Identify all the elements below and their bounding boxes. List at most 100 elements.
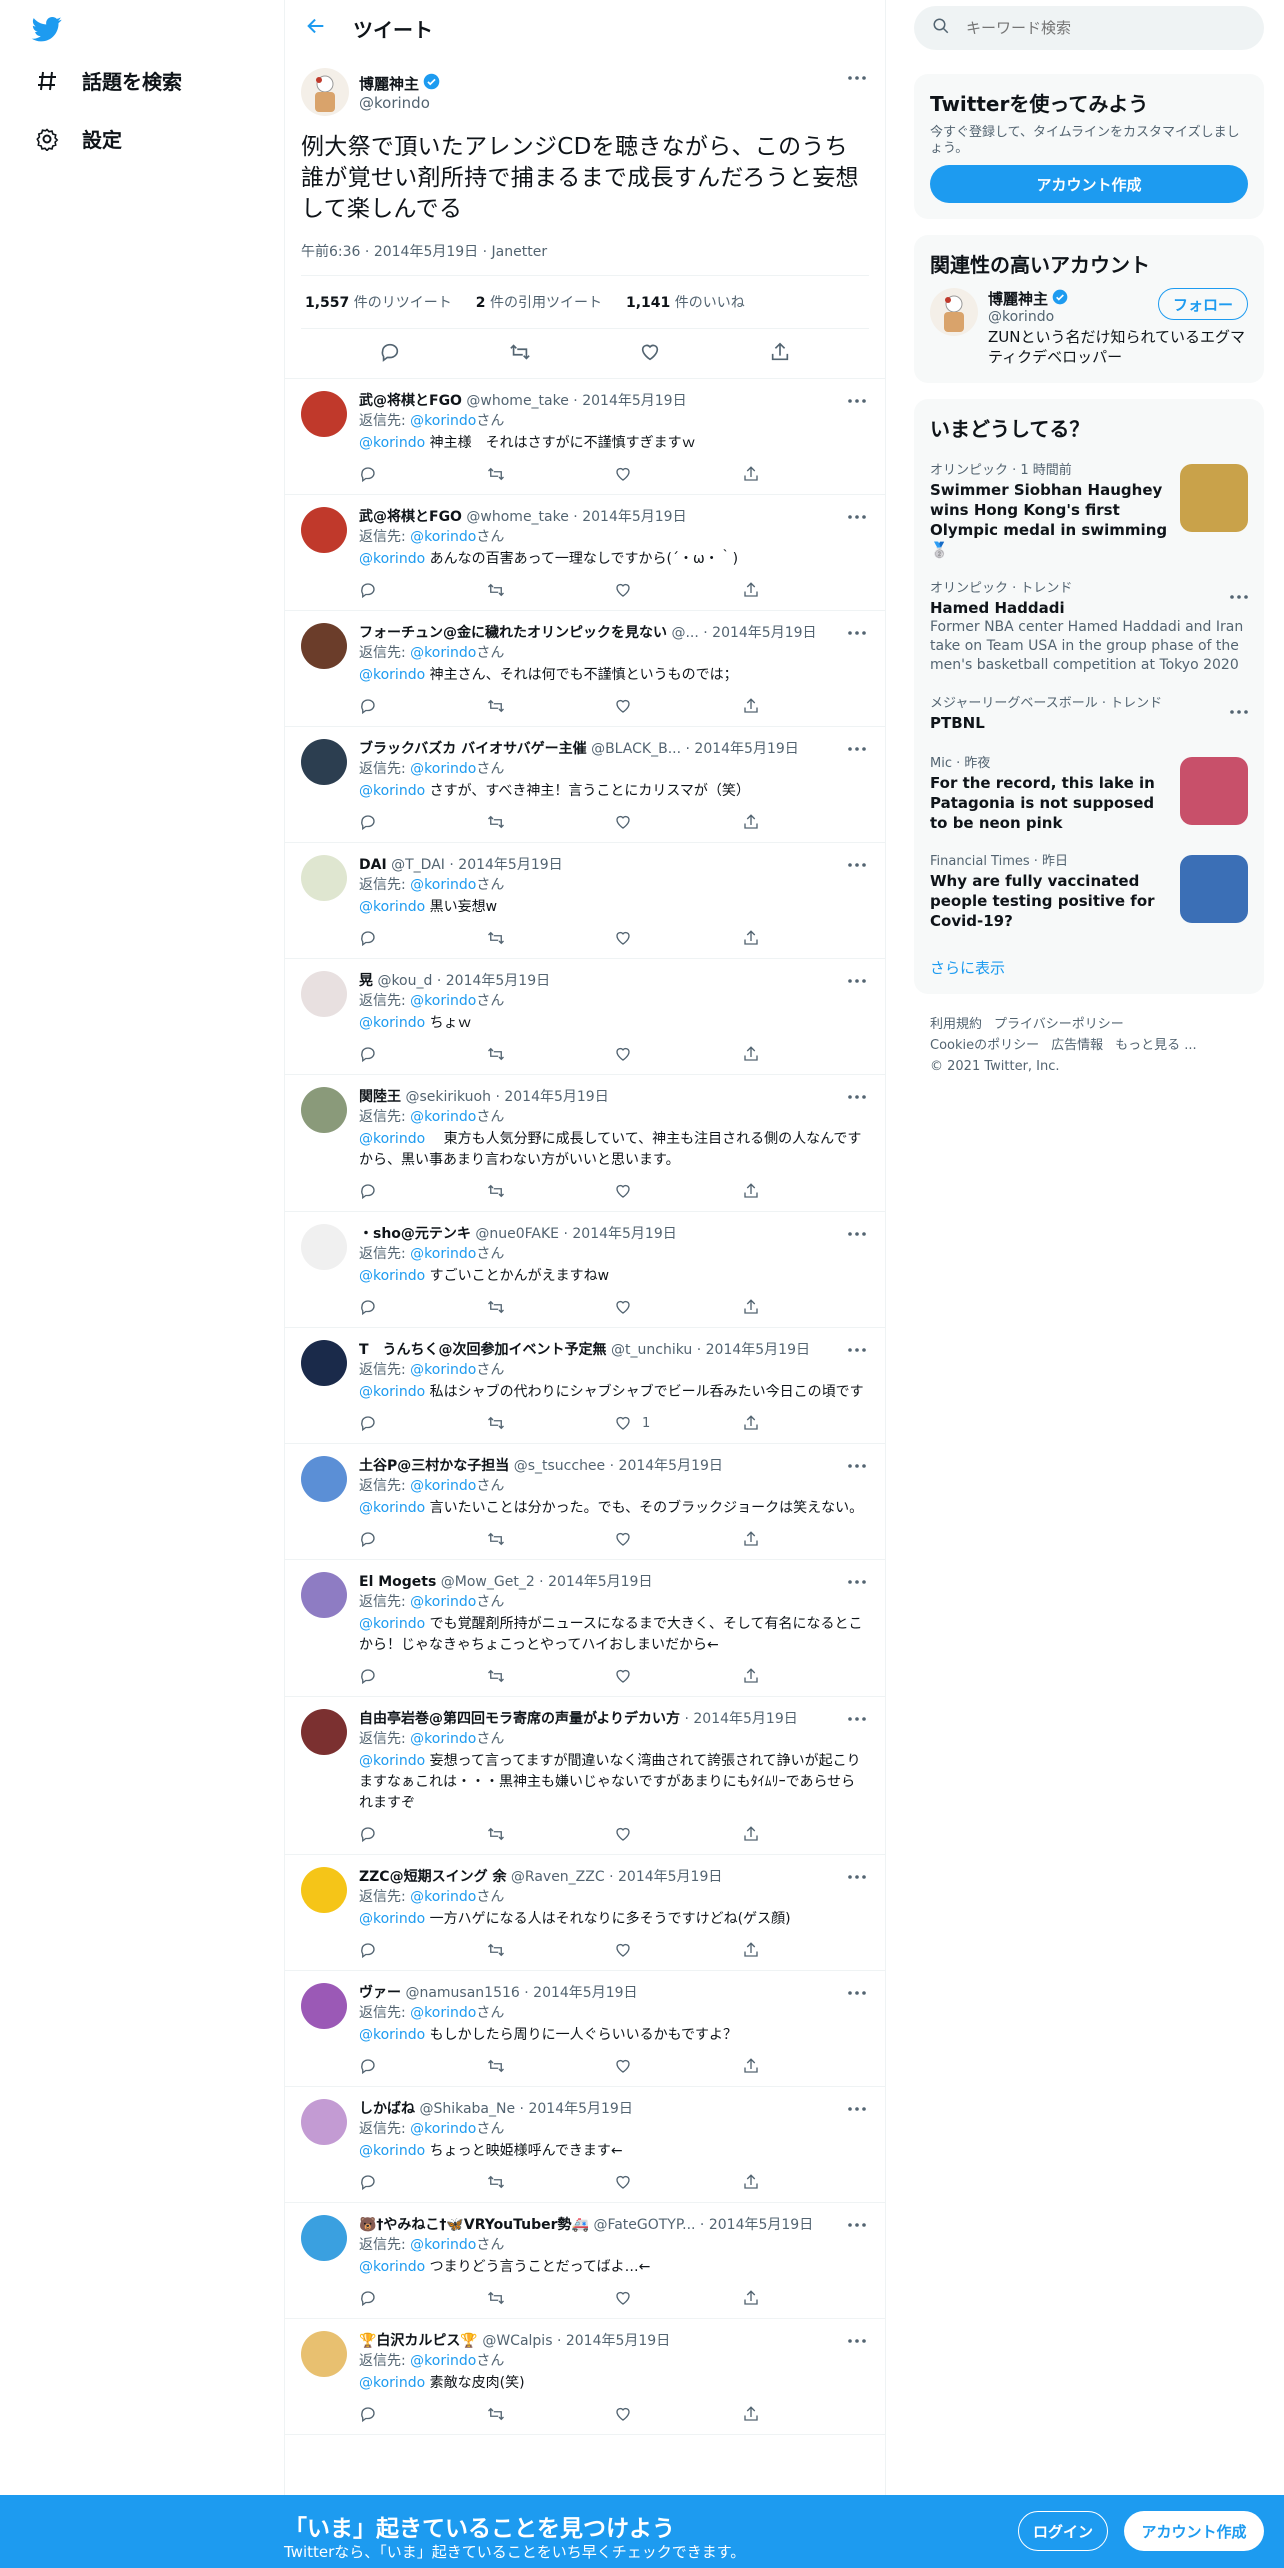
retweet-icon[interactable]: [487, 1045, 615, 1063]
reply-icon[interactable]: [359, 1182, 487, 1200]
reply-date[interactable]: 2014年5月19日: [619, 1458, 723, 1474]
retweet-icon[interactable]: [487, 2405, 615, 2423]
like-icon[interactable]: [614, 1298, 742, 1316]
more-options-icon[interactable]: [845, 391, 869, 411]
related-account[interactable]: 博麗神主 @korindo ZUNという名だけ知られているエグマティクデベロッパ…: [914, 288, 1264, 383]
like-icon[interactable]: [614, 465, 742, 483]
share-icon[interactable]: [742, 1414, 870, 1432]
share-icon[interactable]: [769, 341, 791, 367]
more-options-icon[interactable]: [845, 855, 869, 875]
reply-screen-name[interactable]: @whome_take: [466, 393, 568, 409]
retweet-icon[interactable]: [487, 697, 615, 715]
reply-icon[interactable]: [379, 341, 401, 367]
more-options-icon[interactable]: [845, 1867, 869, 1887]
mention-link[interactable]: @korindo: [359, 899, 425, 915]
mention-link[interactable]: @korindo: [359, 435, 425, 451]
reply-date[interactable]: 2014年5月19日: [706, 1342, 810, 1358]
retweet-icon[interactable]: [487, 2057, 615, 2075]
create-account-button[interactable]: アカウント作成: [930, 165, 1248, 203]
reply-to-user-link[interactable]: @korindo: [410, 761, 476, 777]
twitter-logo-icon[interactable]: [30, 14, 64, 44]
reply-date[interactable]: 2014年5月19日: [458, 857, 562, 873]
mention-link[interactable]: @korindo: [359, 1015, 425, 1031]
trend-item[interactable]: メジャーリーグベースボール · トレンド PTBNL: [914, 685, 1264, 745]
reply-date[interactable]: 2014年5月19日: [528, 2101, 632, 2117]
show-more-link[interactable]: さらに表示: [914, 941, 1264, 994]
reply-display-name[interactable]: 武@将棋とFGO: [359, 393, 462, 409]
nav-settings[interactable]: 設定: [34, 124, 122, 153]
reply-date[interactable]: 2014年5月19日: [446, 973, 550, 989]
reply-icon[interactable]: [359, 1298, 487, 1316]
avatar[interactable]: [301, 1572, 347, 1618]
reply-to-user-link[interactable]: @korindo: [410, 1109, 476, 1125]
like-icon[interactable]: [614, 929, 742, 947]
share-icon[interactable]: [742, 2173, 870, 2191]
reply-icon[interactable]: [359, 2289, 487, 2307]
reply-display-name[interactable]: ZZC@短期スイング 余: [359, 1869, 506, 1885]
avatar[interactable]: [301, 2215, 347, 2261]
reply-date[interactable]: 2014年5月19日: [618, 1869, 722, 1885]
mention-link[interactable]: @korindo: [359, 783, 425, 799]
reply-date[interactable]: 2014年5月19日: [694, 741, 798, 757]
reply-icon[interactable]: [359, 1414, 487, 1432]
avatar[interactable]: [930, 288, 978, 336]
like-icon[interactable]: [614, 581, 742, 599]
retweet-icon[interactable]: [487, 1941, 615, 1959]
like-icon[interactable]: [614, 1182, 742, 1200]
reply-screen-name[interactable]: @nue0FAKE: [475, 1226, 559, 1242]
reply-icon[interactable]: [359, 813, 487, 831]
share-icon[interactable]: [742, 1667, 870, 1685]
mention-link[interactable]: @korindo: [359, 1753, 425, 1769]
more-options-icon[interactable]: [845, 1087, 869, 1107]
more-options-icon[interactable]: [845, 507, 869, 527]
avatar[interactable]: [301, 1867, 347, 1913]
reply-tweet[interactable]: フォーチュン@金に穢れたオリンピックを見ない @... · 2014年5月19日…: [285, 611, 885, 727]
retweet-icon[interactable]: [487, 929, 615, 947]
reply-icon[interactable]: [359, 1530, 487, 1548]
reply-icon[interactable]: [359, 929, 487, 947]
mention-link[interactable]: @korindo: [359, 1616, 425, 1632]
mention-link[interactable]: @korindo: [359, 1268, 425, 1284]
like-icon[interactable]: [614, 1530, 742, 1548]
footer-link[interactable]: もっと見る ...: [1115, 1038, 1197, 1053]
footer-link[interactable]: 利用規約: [930, 1017, 982, 1032]
reply-date[interactable]: 2014年5月19日: [572, 1226, 676, 1242]
reply-to-user-link[interactable]: @korindo: [410, 1246, 476, 1262]
nav-explore[interactable]: 話題を検索: [34, 66, 182, 95]
reply-tweet[interactable]: El Mogets @Mow_Get_2 · 2014年5月19日 返信先: @k…: [285, 1560, 885, 1697]
avatar[interactable]: [301, 1340, 347, 1386]
avatar[interactable]: [301, 1709, 347, 1755]
reply-icon[interactable]: [359, 1825, 487, 1843]
reply-icon[interactable]: [359, 465, 487, 483]
search-box[interactable]: [914, 6, 1264, 50]
avatar[interactable]: [301, 68, 349, 116]
retweet-icon[interactable]: [487, 1530, 615, 1548]
reply-display-name[interactable]: 🐻†やみねこ†🦋VRYouTuber勢🚑: [359, 2217, 589, 2233]
like-icon[interactable]: [614, 2057, 742, 2075]
reply-screen-name[interactable]: @WCalpis: [482, 2333, 552, 2349]
reply-display-name[interactable]: ブラックバズカ バイオサバゲー主催: [359, 741, 587, 757]
share-icon[interactable]: [742, 1298, 870, 1316]
back-arrow-icon[interactable]: [305, 15, 327, 41]
reply-display-name[interactable]: しかばね: [359, 2101, 415, 2117]
retweet-icon[interactable]: [509, 341, 531, 367]
reply-to-user-link[interactable]: @korindo: [410, 645, 476, 661]
mention-link[interactable]: @korindo: [359, 1384, 425, 1400]
like-icon[interactable]: 1: [614, 1414, 742, 1432]
more-options-icon[interactable]: [845, 739, 869, 759]
reply-to-user-link[interactable]: @korindo: [410, 1731, 476, 1747]
retweet-icon[interactable]: [487, 2289, 615, 2307]
more-options-icon[interactable]: [845, 2331, 869, 2351]
reply-icon[interactable]: [359, 2173, 487, 2191]
avatar[interactable]: [301, 855, 347, 901]
avatar[interactable]: [301, 1087, 347, 1133]
avatar[interactable]: [301, 623, 347, 669]
mention-link[interactable]: @korindo: [359, 551, 425, 567]
reply-date[interactable]: 2014年5月19日: [548, 1574, 652, 1590]
like-icon[interactable]: [614, 1941, 742, 1959]
reply-display-name[interactable]: 武@将棋とFGO: [359, 509, 462, 525]
reply-icon[interactable]: [359, 1667, 487, 1685]
reply-tweet[interactable]: 🏆白沢カルピス🏆 @WCalpis · 2014年5月19日 返信先: @kori…: [285, 2319, 885, 2435]
likes-stat[interactable]: 1,141 件のいいね: [626, 292, 745, 312]
focus-tweet-author[interactable]: 博麗神主 @korindo: [301, 64, 869, 120]
